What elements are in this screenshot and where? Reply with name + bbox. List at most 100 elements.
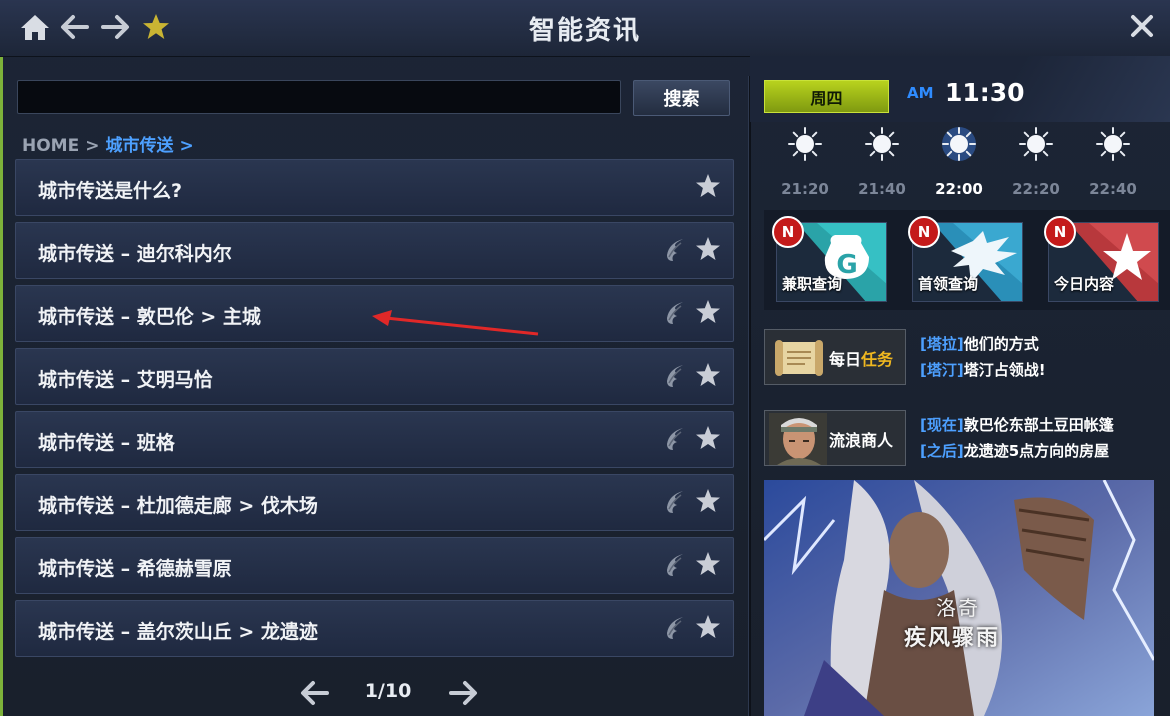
favorite-star-icon[interactable]: [695, 614, 721, 640]
tile-boss-query[interactable]: 首领查询 N: [908, 216, 1023, 302]
search-button[interactable]: 搜索: [633, 80, 730, 116]
daily-quest-line[interactable]: [塔拉]他们的方式: [920, 331, 1046, 357]
merchant-title: 流浪商人: [829, 431, 894, 450]
list-item-label: 城市传送是什么?: [38, 180, 183, 202]
weather-time: 21:20: [781, 180, 829, 198]
list-item[interactable]: 城市传送是什么?: [15, 159, 734, 216]
banner-caption-title: 疾风骤雨: [904, 625, 1001, 651]
new-badge: N: [908, 216, 940, 248]
wing-teleport-icon[interactable]: [663, 300, 687, 326]
breadcrumb-trailing-separator: >: [179, 136, 194, 156]
list-item-label: 城市传送 – 艾明马恰: [38, 369, 213, 391]
tile-label: 首领查询: [918, 275, 979, 293]
weather-slot: 22:00: [924, 124, 994, 200]
tile-label: 今日内容: [1054, 275, 1115, 293]
list-item[interactable]: 城市传送 – 希德赫雪原: [15, 537, 734, 594]
daily-quest-line[interactable]: [塔汀]塔汀占领战!: [920, 357, 1046, 383]
weather-time: 22:40: [1089, 180, 1137, 198]
merchant-panel: 流浪商人 [现在]敦巴伦东部土豆田帐篷 [之后]龙遗迹5点方向的房屋: [764, 410, 1170, 466]
daily-quest-title-highlight: 任务: [861, 350, 894, 369]
favorite-star-icon[interactable]: [695, 551, 721, 577]
quick-tiles: G 兼职查询 N 首领查询 N 今日内容 N: [764, 210, 1170, 310]
prev-page-icon[interactable]: [300, 680, 330, 706]
favorite-star-icon[interactable]: [695, 236, 721, 262]
ampm-label: AM: [907, 84, 934, 102]
sun-icon: [1019, 127, 1053, 161]
window-edge: [0, 0, 3, 716]
line-text: 他们的方式: [963, 335, 1039, 353]
favorite-star-icon[interactable]: [695, 173, 721, 199]
title-bar: 智能资讯: [0, 0, 1170, 57]
page-indicator: 1/10: [364, 680, 412, 702]
daily-quest-lines: [塔拉]他们的方式 [塔汀]塔汀占领战!: [920, 331, 1046, 383]
merchant-line[interactable]: [之后]龙遗迹5点方向的房屋: [920, 438, 1114, 464]
weather-slot: 21:20: [770, 124, 840, 200]
day-badge: 周四: [764, 80, 889, 113]
weather-time: 22:00: [935, 180, 983, 198]
line-text: 敦巴伦东部土豆田帐篷: [963, 416, 1114, 434]
weather-slot: 22:40: [1078, 124, 1148, 200]
banner-caption-game: 洛奇: [936, 596, 980, 620]
merchant-lines: [现在]敦巴伦东部土豆田帐篷 [之后]龙遗迹5点方向的房屋: [920, 412, 1114, 464]
list-item-label: 城市传送 – 迪尔科内尔: [38, 243, 232, 265]
line-text: 龙遗迹5点方向的房屋: [963, 442, 1110, 460]
search-input[interactable]: [17, 80, 621, 114]
wing-teleport-icon[interactable]: [663, 552, 687, 578]
tile-part-time-query[interactable]: G 兼职查询 N: [772, 216, 887, 302]
daily-quest-panel: 每日任务 [塔拉]他们的方式 [塔汀]塔汀占领战!: [764, 329, 1170, 385]
wing-teleport-icon[interactable]: [663, 363, 687, 389]
weather-slot: 22:20: [1001, 124, 1071, 200]
line-tag: [现在]: [920, 416, 964, 434]
article-list: 城市传送是什么? 城市传送 – 迪尔科内尔 城市传送 – 敦巴伦 > 主城 城市传送 …: [15, 159, 734, 663]
weather-timeline: 21:20 21:40 22:00 22:20 22:40: [770, 124, 1150, 200]
promo-banner[interactable]: 洛奇 疾风骤雨: [764, 480, 1154, 716]
breadcrumb: HOME > 城市传送 >: [22, 131, 200, 156]
favorite-star-icon[interactable]: [695, 362, 721, 388]
favorite-star-icon[interactable]: [695, 425, 721, 451]
list-item-label: 城市传送 – 班格: [38, 432, 175, 454]
scroll-icon: [775, 340, 823, 376]
new-badge: N: [772, 216, 804, 248]
wing-teleport-icon[interactable]: [663, 489, 687, 515]
wing-teleport-icon[interactable]: [663, 426, 687, 452]
list-item[interactable]: 城市传送 – 艾明马恰: [15, 348, 734, 405]
wing-teleport-icon[interactable]: [663, 237, 687, 263]
next-page-icon[interactable]: [448, 680, 478, 706]
list-item[interactable]: 城市传送 – 杜加德走廊 > 伐木场: [15, 474, 734, 531]
breadcrumb-current[interactable]: 城市传送: [105, 136, 173, 156]
list-item-label: 城市传送 – 敦巴伦 > 主城: [38, 306, 261, 328]
line-text: 塔汀占领战!: [963, 361, 1046, 379]
sun-icon: [942, 127, 976, 161]
new-badge: N: [1044, 216, 1076, 248]
line-tag: [塔拉]: [920, 335, 964, 353]
sun-icon: [788, 127, 822, 161]
wing-teleport-icon[interactable]: [663, 615, 687, 641]
sun-icon: [865, 127, 899, 161]
list-item-label: 城市传送 – 杜加德走廊 > 伐木场: [38, 495, 318, 517]
weather-time: 21:40: [858, 180, 906, 198]
list-item[interactable]: 城市传送 – 迪尔科内尔: [15, 222, 734, 279]
merchant-button[interactable]: 流浪商人: [764, 410, 906, 466]
favorite-star-icon[interactable]: [695, 488, 721, 514]
list-item[interactable]: 城市传送 – 班格: [15, 411, 734, 468]
close-icon[interactable]: [1124, 8, 1160, 44]
sun-icon: [1096, 127, 1130, 161]
annotation-arrow: [372, 310, 539, 336]
clock-time: 11:30: [945, 78, 1025, 107]
list-item[interactable]: 城市传送 – 盖尔茨山丘 > 龙遗迹: [15, 600, 734, 657]
line-tag: [塔汀]: [920, 361, 964, 379]
line-tag: [之后]: [920, 442, 964, 460]
pane-divider: [748, 76, 751, 716]
list-item-label: 城市传送 – 盖尔茨山丘 > 龙遗迹: [38, 621, 318, 643]
daily-quest-button[interactable]: 每日任务: [764, 329, 906, 385]
breadcrumb-home[interactable]: HOME: [22, 136, 79, 156]
tile-today-content[interactable]: 今日内容 N: [1044, 216, 1159, 302]
daily-quest-title-part: 每日: [829, 350, 862, 369]
daily-quest-title: 每日任务: [829, 346, 893, 370]
window-title: 智能资讯: [528, 16, 641, 46]
favorite-star-icon[interactable]: [695, 299, 721, 325]
merchant-line[interactable]: [现在]敦巴伦东部土豆田帐篷: [920, 412, 1114, 438]
weather-slot: 21:40: [847, 124, 917, 200]
app-window: 智能资讯 搜索 HOME > 城市传送 > 城市传送是什么? 城市传送 – 迪尔科内尔城…: [0, 0, 1170, 716]
weather-time: 22:20: [1012, 180, 1060, 198]
